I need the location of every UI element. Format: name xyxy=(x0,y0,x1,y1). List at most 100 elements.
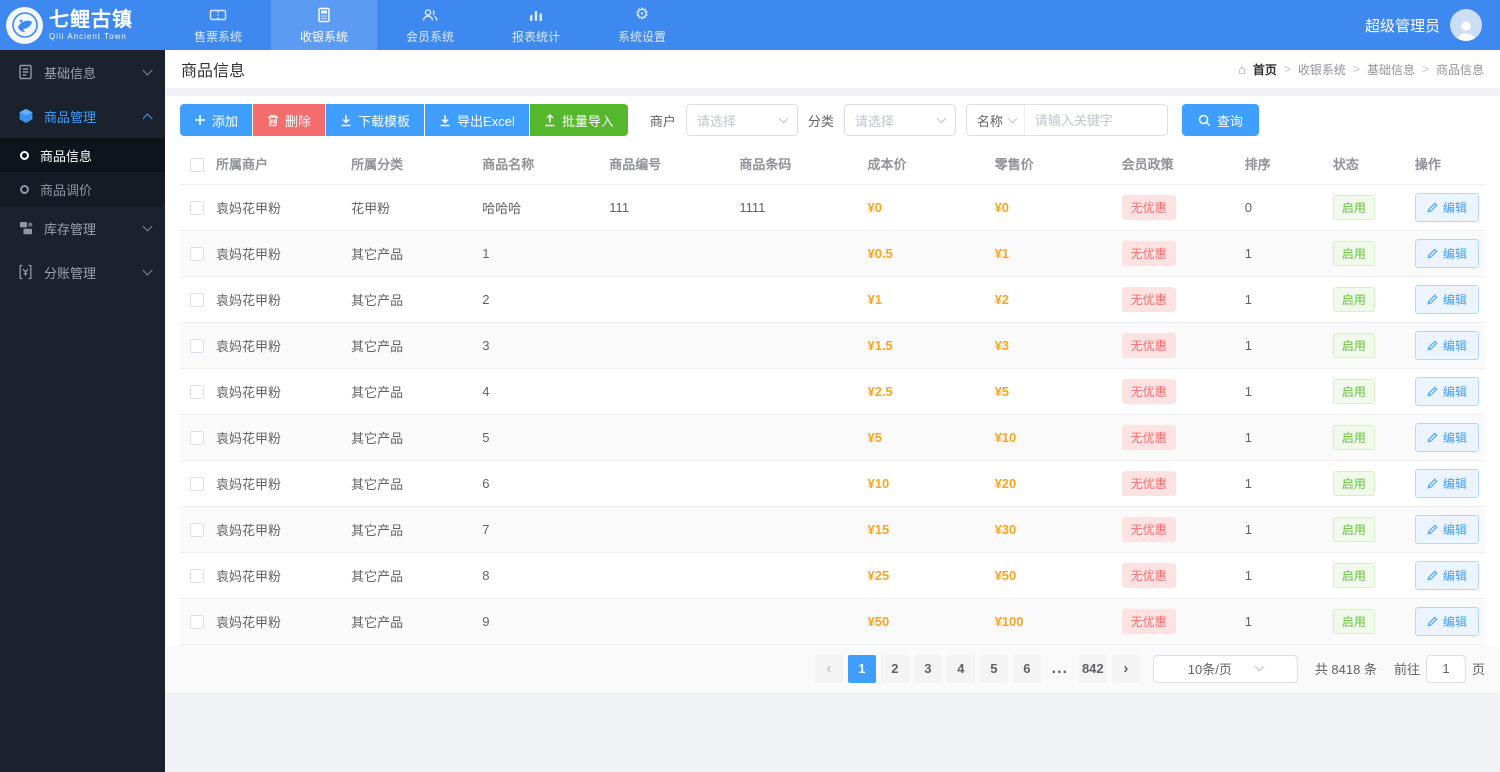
download-template-button[interactable]: 下载模板 xyxy=(326,104,425,136)
row-checkbox[interactable] xyxy=(190,568,204,583)
keyword-input[interactable] xyxy=(1024,105,1167,135)
pencil-icon xyxy=(1427,616,1438,626)
column-header: 所属商户 xyxy=(206,144,342,185)
table-row: 袁妈花甲粉 其它产品 3 ¥1.5 ¥3 无优惠 1 启用 编辑 xyxy=(180,322,1485,369)
last-page-button[interactable]: 842 xyxy=(1078,654,1107,683)
delete-button[interactable]: 删除 xyxy=(253,104,326,136)
merchant-select-placeholder: 请选择 xyxy=(696,113,736,129)
edit-button[interactable]: 编辑 xyxy=(1414,376,1479,406)
pos-icon xyxy=(316,6,332,24)
chevron-down-icon xyxy=(1007,113,1018,123)
row-checkbox[interactable] xyxy=(190,430,204,445)
cell-cost-price: ¥10 xyxy=(857,460,985,507)
cell-product-name: 4 xyxy=(472,368,600,415)
chevron-down-icon xyxy=(142,221,153,232)
sidebar-item-label: 基础信息 xyxy=(44,65,97,81)
add-button-label: 添加 xyxy=(212,113,239,129)
cell-sort: 1 xyxy=(1234,368,1323,415)
row-checkbox[interactable] xyxy=(190,292,204,307)
batch-import-button[interactable]: 批量导入 xyxy=(529,104,628,136)
fish-logo-icon xyxy=(6,6,43,44)
cell-product-name: 哈哈哈 xyxy=(472,184,600,231)
edit-button[interactable]: 编辑 xyxy=(1414,560,1479,590)
category-select[interactable]: 请选择 xyxy=(843,104,956,136)
edit-button-label: 编辑 xyxy=(1442,522,1467,537)
merchant-select[interactable]: 请选择 xyxy=(685,104,798,136)
page-button[interactable]: 5 xyxy=(979,654,1008,683)
breadcrumb-current: 商品信息 xyxy=(1435,62,1484,77)
export-excel-button[interactable]: 导出Excel xyxy=(425,104,529,136)
cell-sort: 1 xyxy=(1234,506,1323,553)
breadcrumb-item[interactable]: 基础信息 xyxy=(1367,61,1415,78)
cell-category: 其它产品 xyxy=(341,460,473,507)
row-checkbox[interactable] xyxy=(190,476,204,491)
page-size-select[interactable]: 10条/页 xyxy=(1152,654,1298,683)
cell-category: 其它产品 xyxy=(341,598,473,645)
row-checkbox[interactable] xyxy=(190,614,204,629)
nav-cashier[interactable]: 收银系统 xyxy=(271,0,377,50)
pencil-icon xyxy=(1427,386,1438,396)
edit-button[interactable]: 编辑 xyxy=(1414,192,1479,222)
edit-button[interactable]: 编辑 xyxy=(1414,468,1479,498)
next-page-button[interactable]: › xyxy=(1111,654,1140,683)
cell-category: 其它产品 xyxy=(341,414,473,461)
logo-subtitle: Qili Ancient Town xyxy=(49,31,127,41)
edit-button[interactable]: 编辑 xyxy=(1414,284,1479,314)
search-button[interactable]: 查询 xyxy=(1181,104,1259,136)
page-button[interactable]: 3 xyxy=(913,654,942,683)
document-icon xyxy=(18,64,34,80)
column-header: 商品名称 xyxy=(472,144,600,185)
sidebar-item-basic-info[interactable]: 基础信息 xyxy=(0,50,165,94)
pencil-icon xyxy=(1427,432,1438,442)
edit-button[interactable]: 编辑 xyxy=(1414,514,1479,544)
edit-button[interactable]: 编辑 xyxy=(1414,422,1479,452)
row-checkbox[interactable] xyxy=(190,384,204,399)
nav-settings[interactable]: ⚙ 系统设置 xyxy=(589,0,695,50)
select-all-checkbox[interactable] xyxy=(190,157,204,172)
page-button[interactable]: 2 xyxy=(880,654,909,683)
cell-sort: 1 xyxy=(1234,230,1323,277)
breadcrumb-separator: > xyxy=(1352,62,1360,76)
user-avatar[interactable] xyxy=(1450,9,1482,41)
cell-barcode xyxy=(729,368,858,415)
policy-badge: 无优惠 xyxy=(1121,240,1176,266)
page-button[interactable]: 4 xyxy=(946,654,975,683)
cell-sort: 1 xyxy=(1234,322,1323,369)
nav-ticketing[interactable]: 售票系统 xyxy=(165,0,271,50)
sidebar-item-ledger[interactable]: 分账管理 xyxy=(0,250,165,294)
goto-page-input[interactable] xyxy=(1425,654,1466,683)
edit-button[interactable]: 编辑 xyxy=(1414,238,1479,268)
row-checkbox[interactable] xyxy=(190,338,204,353)
page-button[interactable]: 1 xyxy=(847,654,876,683)
cell-product-name: 3 xyxy=(472,322,600,369)
edit-button[interactable]: 编辑 xyxy=(1414,330,1479,360)
sidebar-item-product-mgmt[interactable]: 商品管理 xyxy=(0,94,165,138)
cell-barcode xyxy=(729,598,858,645)
sidebar-item-price-adjust[interactable]: 商品调价 xyxy=(0,172,165,206)
breadcrumb-home[interactable]: 首页 xyxy=(1253,61,1277,78)
page-button[interactable]: 6 xyxy=(1012,654,1041,683)
report-chart-icon xyxy=(528,6,544,24)
row-checkbox[interactable] xyxy=(190,246,204,261)
gear-icon: ⚙ xyxy=(634,5,650,23)
category-select-placeholder: 请选择 xyxy=(854,113,894,129)
nav-label: 系统设置 xyxy=(617,29,666,44)
table-row: 袁妈花甲粉 花甲粉 哈哈哈 111 1111 ¥0 ¥0 无优惠 0 启用 编辑 xyxy=(180,184,1485,231)
edit-button[interactable]: 编辑 xyxy=(1414,606,1479,636)
nav-members[interactable]: 会员系统 xyxy=(377,0,483,50)
cell-product-code xyxy=(599,552,730,599)
breadcrumb-item[interactable]: 收银系统 xyxy=(1298,61,1346,78)
policy-badge: 无优惠 xyxy=(1121,286,1176,312)
edit-button-label: 编辑 xyxy=(1442,384,1467,399)
cell-barcode xyxy=(729,460,858,507)
row-checkbox[interactable] xyxy=(190,200,204,215)
sidebar-item-inventory[interactable]: 库存管理 xyxy=(0,206,165,250)
pagination-ellipsis[interactable]: ... xyxy=(1046,660,1074,678)
add-button[interactable]: 添加 xyxy=(180,104,253,136)
sidebar-item-product-info[interactable]: 商品信息 xyxy=(0,138,165,172)
row-checkbox[interactable] xyxy=(190,522,204,537)
nav-reports[interactable]: 报表统计 xyxy=(483,0,589,50)
cell-cost-price: ¥1 xyxy=(857,276,985,323)
search-field-select[interactable]: 名称 xyxy=(967,105,1025,135)
prev-page-button[interactable]: ‹ xyxy=(814,654,843,683)
